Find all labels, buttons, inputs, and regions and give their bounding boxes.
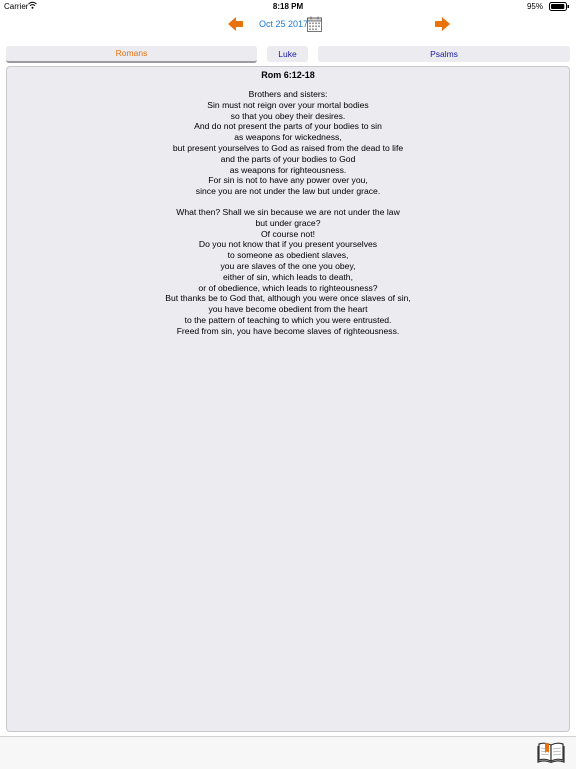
verse-line: so that you obey their desires. [230, 110, 346, 121]
verse-line: Of course not! [261, 228, 315, 239]
left-arrow-icon [228, 17, 243, 31]
previous-day-button[interactable] [228, 16, 244, 32]
verse-line: But thanks be to God that, although you … [165, 293, 411, 304]
verse-line: or of obedience, which leads to righteou… [198, 282, 378, 293]
tab-psalms[interactable]: Psalms [318, 46, 570, 62]
tab-luke[interactable]: Luke [267, 46, 308, 62]
verse-line: as weapons for righteousness. [229, 164, 347, 175]
verse-line: but present yourselves to God as raised … [172, 142, 404, 153]
book-icon [537, 742, 565, 764]
reading-panel[interactable]: Rom 6:12-18 Brothers and sisters: Sin mus… [6, 66, 570, 732]
verse-line: to someone as obedient slaves, [227, 250, 349, 261]
battery-icon [549, 2, 570, 11]
date-label[interactable]: Oct 25 2017 [259, 19, 308, 29]
calendar-icon [307, 16, 322, 32]
calendar-button[interactable] [307, 16, 322, 32]
verse-line: For sin is not to have any power over yo… [208, 175, 368, 186]
verse-line: Brothers and sisters: [248, 89, 328, 99]
verse-line: What then? Shall we sin because we are n… [176, 206, 400, 217]
verse-line: and the parts of your bodies to God [220, 153, 356, 164]
book-button[interactable] [537, 741, 565, 764]
battery-fill [551, 4, 565, 9]
next-day-button[interactable] [434, 16, 450, 32]
reading-stanza: Brothers and sisters: Sin must not reign … [7, 89, 569, 197]
battery-percentage: 95% [526, 2, 543, 11]
verse-line: Freed from sin, you have become slaves o… [176, 325, 400, 336]
verse-line: since you are not under the law but unde… [195, 186, 381, 197]
status-bar: Carrier 8:18 PM 95% [0, 0, 576, 13]
verse-line: And do not present the parts of your bod… [194, 121, 382, 132]
right-arrow-icon [435, 17, 450, 31]
reading-text: Brothers and sisters: Sin must not reign … [7, 89, 569, 337]
verse-line: to the pattern of teaching to which you … [184, 314, 392, 325]
bottom-toolbar [0, 736, 576, 769]
verse-line: you are slaves of the one you obey, [220, 260, 356, 271]
verse-line: either of sin, which leads to death, [223, 271, 353, 282]
reading-reference: Rom 6:12-18 [261, 70, 315, 80]
tab-romans[interactable]: Romans [6, 46, 257, 63]
status-time: 8:18 PM [272, 2, 304, 11]
verse-line: Do you not know that if you present your… [198, 239, 378, 250]
verse-line: you have become obedient from the heart [208, 304, 368, 315]
verse-line: Sin must not reign over your mortal bodi… [207, 99, 369, 110]
verse-line: but under grace? [255, 217, 321, 228]
verse-line: as weapons for wickedness, [234, 132, 342, 143]
reading-stanza: What then? Shall we sin because we are n… [7, 207, 569, 337]
